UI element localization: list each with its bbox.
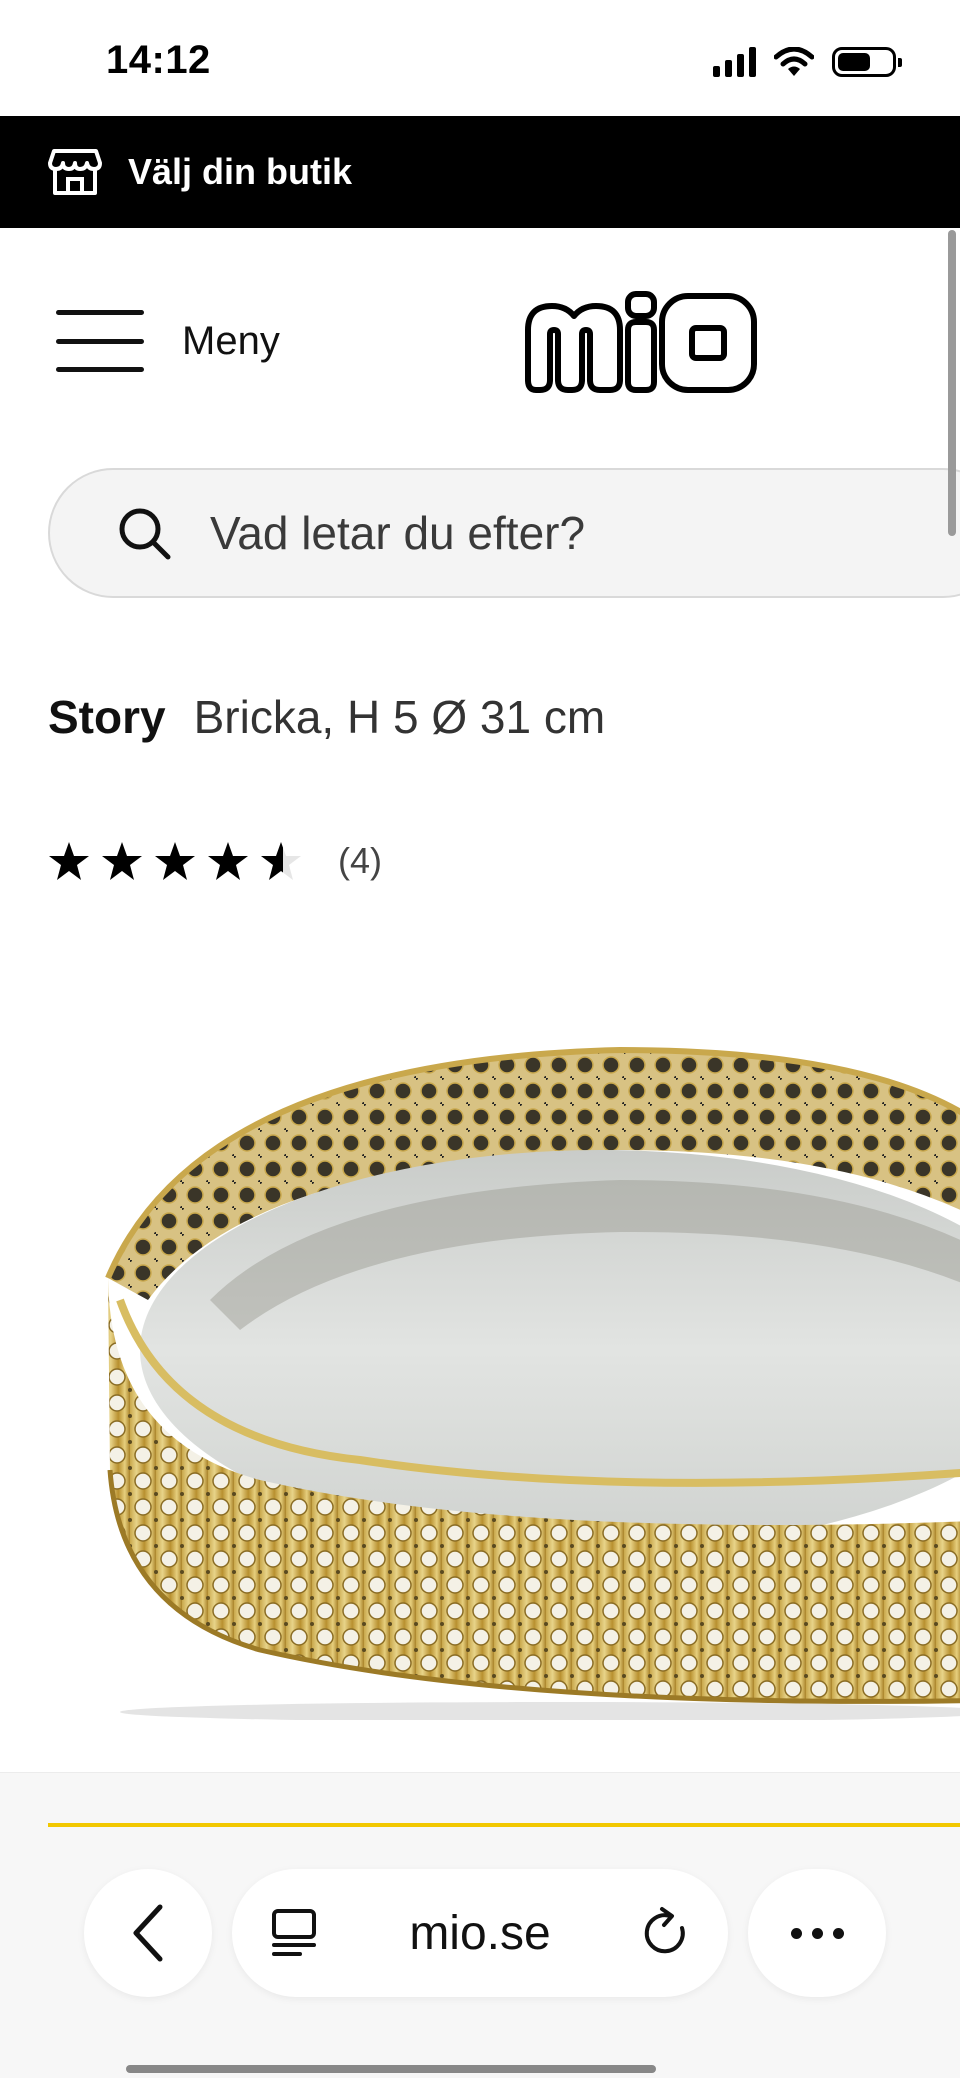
accent-divider [48, 1823, 960, 1827]
star-icon [49, 842, 89, 880]
site-header: Meny [0, 228, 960, 460]
address-text: mio.se [409, 1906, 551, 1960]
star-icon [208, 842, 248, 880]
status-time: 14:12 [106, 38, 211, 82]
search-bar[interactable] [48, 468, 960, 598]
status-bar: 14:12 [0, 0, 960, 116]
wifi-icon [774, 47, 814, 76]
page-scrollbar[interactable] [948, 230, 956, 536]
star-icon [102, 842, 142, 880]
search-input[interactable] [210, 506, 910, 560]
product-title: Story Bricka, H 5 Ø 31 cm [48, 690, 605, 744]
reader-mode-icon[interactable] [270, 1907, 318, 1959]
more-icon-dot [811, 1927, 823, 1939]
battery-icon [832, 47, 902, 77]
more-button[interactable] [748, 1869, 886, 1997]
address-bar[interactable]: mio.se [232, 1869, 728, 1997]
more-icon-dot [790, 1927, 802, 1939]
more-icon-dot [832, 1927, 844, 1939]
product-image[interactable] [0, 1000, 960, 1720]
chevron-left-icon [133, 1904, 163, 1962]
reload-icon[interactable] [642, 1906, 692, 1960]
hamburger-icon [56, 310, 144, 372]
rating-stars [48, 840, 302, 882]
mio-logo[interactable] [522, 290, 760, 398]
star-icon [155, 842, 195, 880]
signal-icon [713, 47, 756, 77]
search-icon [119, 508, 171, 560]
review-count: (4) [338, 840, 382, 881]
store-icon [48, 149, 102, 195]
menu-label: Meny [182, 318, 280, 363]
store-selector-banner[interactable]: Välj din butik [0, 116, 960, 228]
back-button[interactable] [84, 1869, 212, 1997]
store-selector-label: Välj din butik [128, 151, 353, 192]
product-name: Bricka, H 5 Ø 31 cm [193, 691, 606, 743]
browser-toolbar: mio.se [0, 1772, 960, 2078]
menu-button[interactable]: Meny [56, 310, 280, 372]
product-brand: Story [48, 691, 166, 743]
home-indicator[interactable] [126, 2065, 656, 2073]
product-rating[interactable]: (4) [48, 840, 382, 882]
half-star-icon [261, 842, 301, 880]
status-icons [713, 44, 902, 80]
